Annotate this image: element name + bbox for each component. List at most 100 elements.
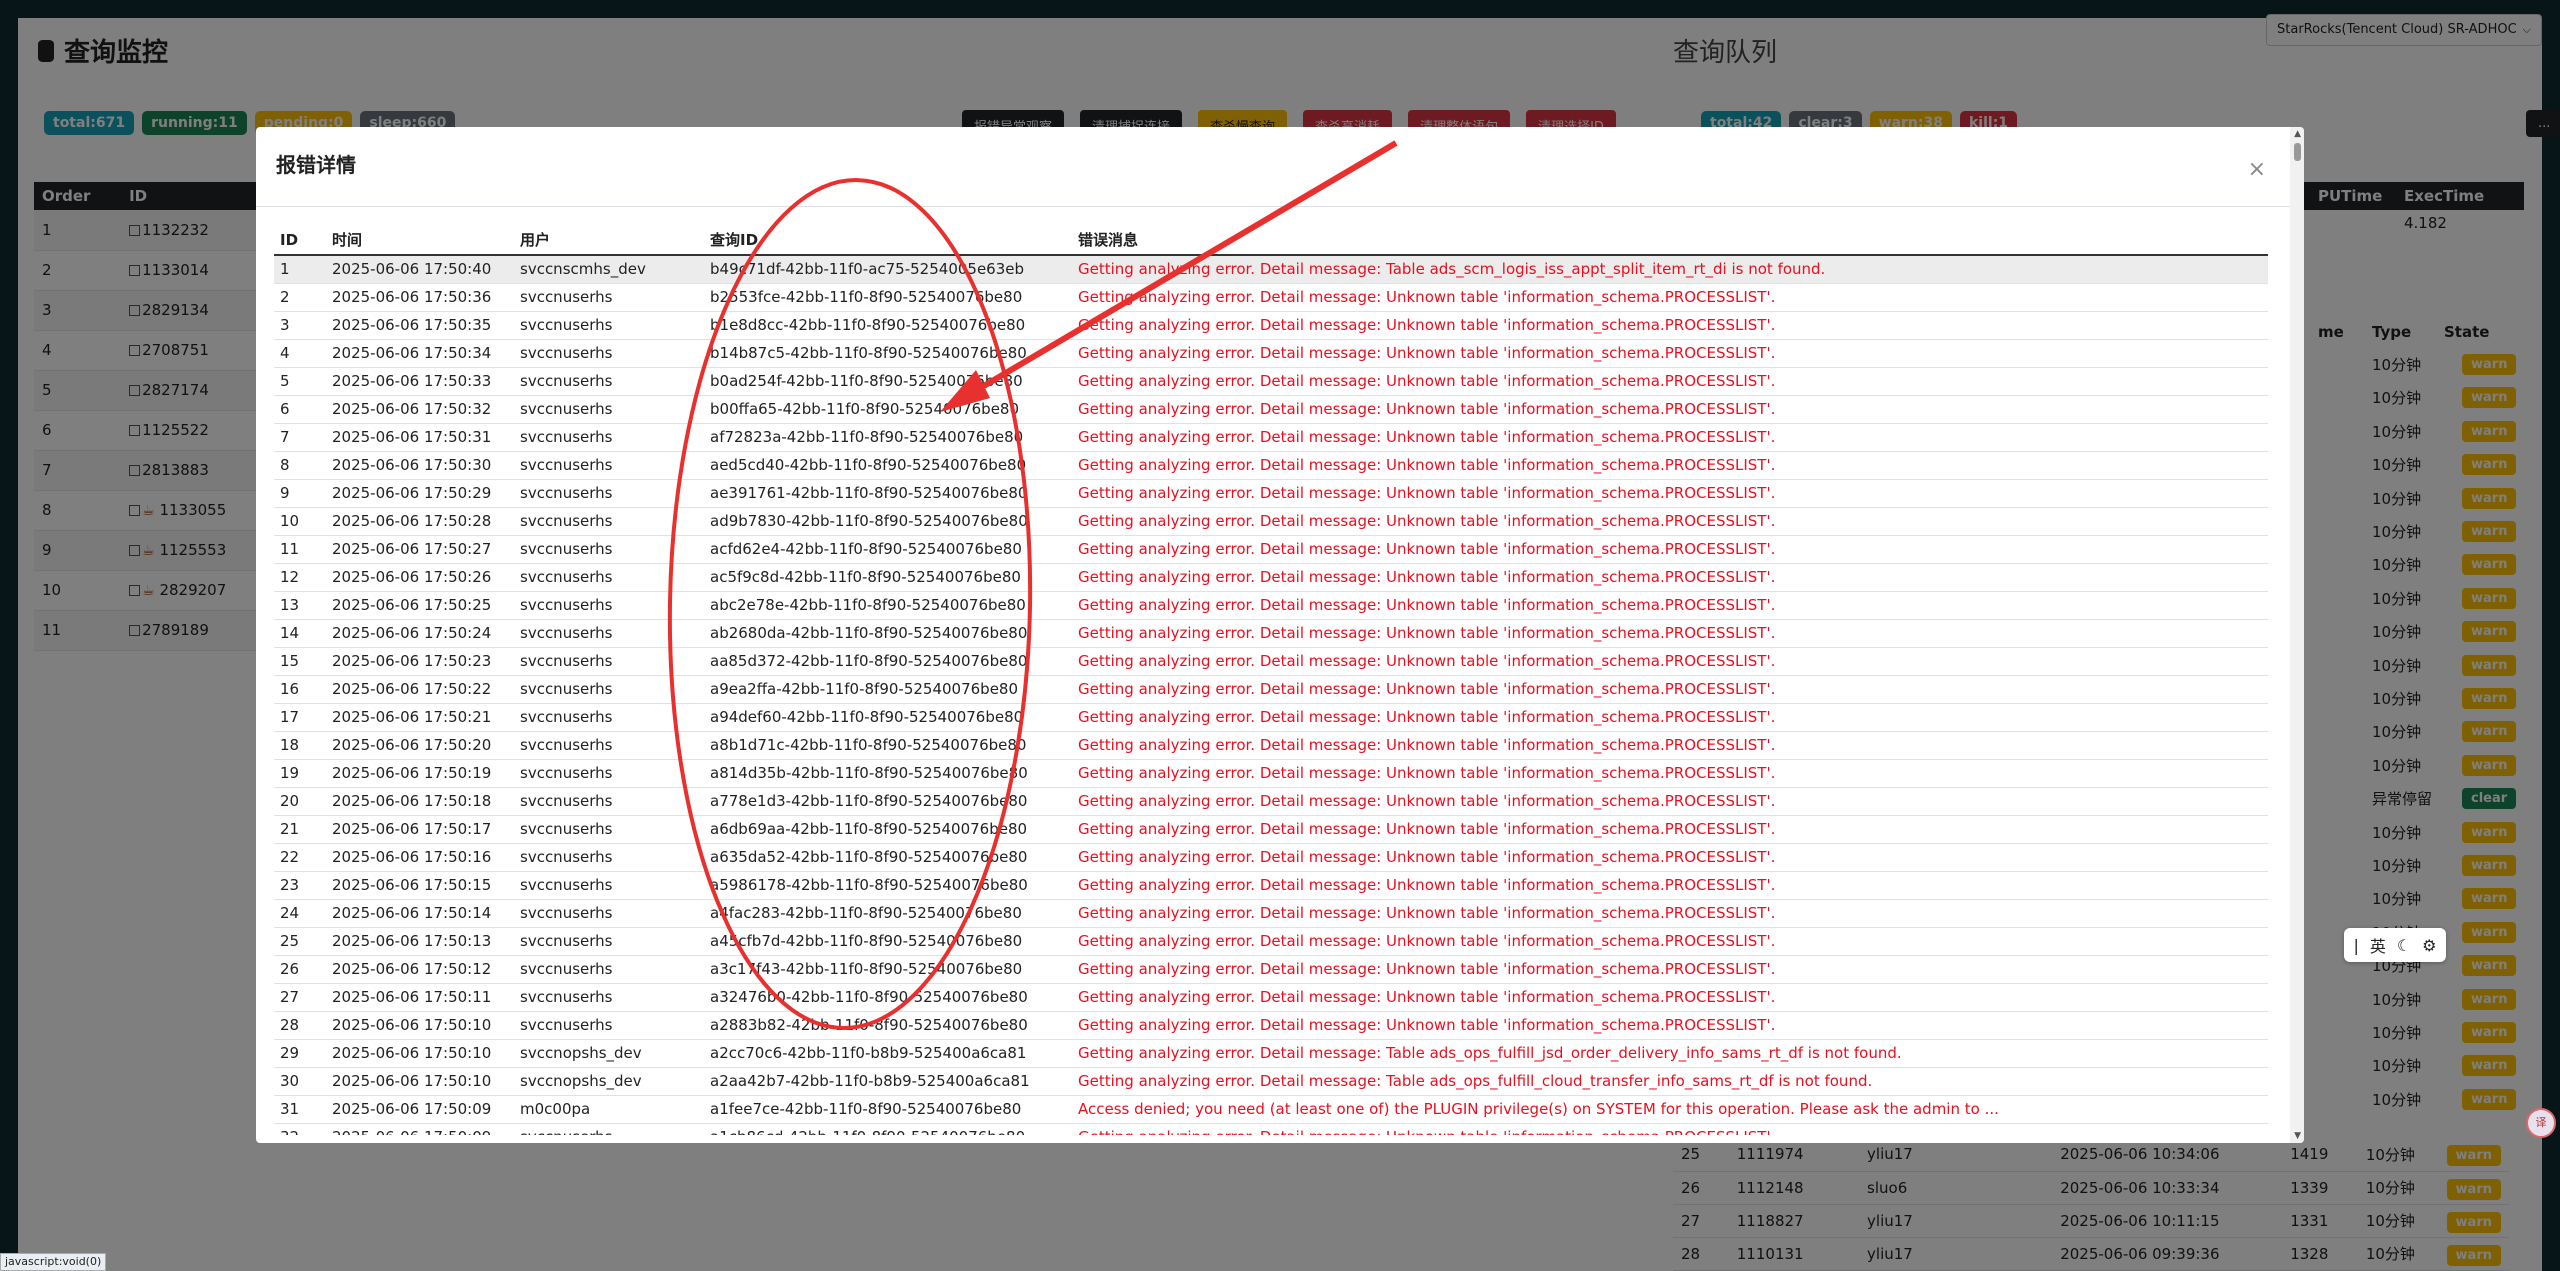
error-row[interactable]: 23 2025-06-06 17:50:15 svccnuserhs a5986178… <box>274 871 2268 900</box>
error-row[interactable]: 15 2025-06-06 17:50:23 svccnuserhs aa85d372… <box>274 647 2268 676</box>
moon-icon[interactable]: ☾ <box>2397 936 2411 955</box>
time-cell: 2025-06-06 17:50:34 <box>326 339 514 368</box>
error-row[interactable]: 28 2025-06-06 17:50:10 svccnuserhs a2883b82… <box>274 1011 2268 1040</box>
query-id-cell: ae391761-42bb-11f0-8f90-52540076be80 <box>704 479 1072 508</box>
user-cell: svccnuserhs <box>514 507 704 536</box>
message-cell: Getting analyzing error. Detail message:… <box>1072 955 2268 984</box>
error-row[interactable]: 21 2025-06-06 17:50:17 svccnuserhs a6db69aa… <box>274 815 2268 844</box>
user-cell: svccnuserhs <box>514 731 704 760</box>
error-row[interactable]: 9 2025-06-06 17:50:29 svccnuserhs ae391761-… <box>274 479 2268 508</box>
message-cell: Getting analyzing error. Detail message:… <box>1072 591 2268 620</box>
query-id-cell: a2cc70c6-42bb-11f0-b8b9-525400a6ca81 <box>704 1039 1072 1068</box>
error-row[interactable]: 26 2025-06-06 17:50:12 svccnuserhs a3c17f43… <box>274 955 2268 984</box>
error-row[interactable]: 17 2025-06-06 17:50:21 svccnuserhs a94def60… <box>274 703 2268 732</box>
user-cell: svccnopshs_dev <box>514 1067 704 1096</box>
error-row[interactable]: 322025-06-06 17:50:09svccnuserhsa1cb86cd… <box>274 1123 2268 1135</box>
user-cell: svccnuserhs <box>514 451 704 480</box>
user-cell: svccnuserhs <box>514 395 704 424</box>
time-cell: 2025-06-06 17:50:19 <box>326 759 514 788</box>
error-row[interactable]: 29 2025-06-06 17:50:10 svccnopshs_dev a2cc7… <box>274 1039 2268 1068</box>
user-cell: svccnuserhs <box>514 815 704 844</box>
time-cell: 2025-06-06 17:50:29 <box>326 479 514 508</box>
error-row[interactable]: 31 2025-06-06 17:50:09 m0c00pa a1fee7ce-42b… <box>274 1095 2268 1124</box>
scroll-down-icon[interactable]: ▼ <box>2294 1131 2301 1141</box>
error-row[interactable]: 19 2025-06-06 17:50:19 svccnuserhs a814d35b… <box>274 759 2268 788</box>
time-cell: 2025-06-06 17:50:27 <box>326 535 514 564</box>
message-cell: Getting analyzing error. Detail message:… <box>1072 787 2268 816</box>
user-cell: svccnuserhs <box>514 675 704 704</box>
ime-lang-toggle[interactable]: 英 <box>2370 933 2386 957</box>
id-cell: 23 <box>274 871 326 900</box>
time-cell: 2025-06-06 17:50:15 <box>326 871 514 900</box>
error-row[interactable]: 5 2025-06-06 17:50:33 svccnuserhs b0ad254f-… <box>274 367 2268 396</box>
message-cell: Getting analyzing error. Detail message:… <box>1072 479 2268 508</box>
translate-avatar[interactable]: 译 <box>2526 1108 2556 1138</box>
scroll-thumb[interactable] <box>2294 143 2301 161</box>
error-row[interactable]: 2 2025-06-06 17:50:36 svccnuserhs b2553fce-… <box>274 283 2268 312</box>
message-cell: Getting analyzing error. Detail message:… <box>1072 367 2268 396</box>
error-row[interactable]: 16 2025-06-06 17:50:22 svccnuserhs a9ea2ffa… <box>274 675 2268 704</box>
message-cell: Getting analyzing error. Detail message:… <box>1072 1123 2268 1135</box>
message-cell: Getting analyzing error. Detail message:… <box>1072 731 2268 760</box>
id-cell: 30 <box>274 1067 326 1096</box>
error-table-wrap: ID 时间 用户 查询ID 错误消息 1 2025-06-06 17:50:40 s… <box>274 225 2268 1135</box>
error-row[interactable]: 6 2025-06-06 17:50:32 svccnuserhs b00ffa65-… <box>274 395 2268 424</box>
col-query-id-header: 查询ID <box>704 225 1072 256</box>
error-row[interactable]: 25 2025-06-06 17:50:13 svccnuserhs a45cfb7d… <box>274 927 2268 956</box>
error-row[interactable]: 24 2025-06-06 17:50:14 svccnuserhs a4fac283… <box>274 899 2268 928</box>
error-table: ID 时间 用户 查询ID 错误消息 1 2025-06-06 17:50:40 s… <box>274 225 2268 1135</box>
id-cell: 3 <box>274 311 326 340</box>
error-row[interactable]: 18 2025-06-06 17:50:20 svccnuserhs a8b1d71c… <box>274 731 2268 760</box>
error-row[interactable]: 8 2025-06-06 17:50:30 svccnuserhs aed5cd40-… <box>274 451 2268 480</box>
user-cell: m0c00pa <box>514 1095 704 1124</box>
message-cell: Getting analyzing error. Detail message:… <box>1072 339 2268 368</box>
modal-scrollbar[interactable]: ▲ ▼ <box>2290 127 2304 1143</box>
message-cell: Getting analyzing error. Detail message:… <box>1072 899 2268 928</box>
message-cell: Getting analyzing error. Detail message:… <box>1072 311 2268 340</box>
error-row[interactable]: 22 2025-06-06 17:50:16 svccnuserhs a635da52… <box>274 843 2268 872</box>
message-cell: Getting analyzing error. Detail message:… <box>1072 451 2268 480</box>
error-row[interactable]: 4 2025-06-06 17:50:34 svccnuserhs b14b87c5-… <box>274 339 2268 368</box>
error-row[interactable]: 13 2025-06-06 17:50:25 svccnuserhs abc2e78e… <box>274 591 2268 620</box>
status-bar: javascript:void(0) <box>0 1253 107 1271</box>
id-cell: 22 <box>274 843 326 872</box>
error-row[interactable]: 7 2025-06-06 17:50:31 svccnuserhs af72823a-… <box>274 423 2268 452</box>
error-row[interactable]: 14 2025-06-06 17:50:24 svccnuserhs ab2680da… <box>274 619 2268 648</box>
message-cell: Getting analyzing error. Detail message:… <box>1072 843 2268 872</box>
time-cell: 2025-06-06 17:50:32 <box>326 395 514 424</box>
query-id-cell: a1fee7ce-42bb-11f0-8f90-52540076be80 <box>704 1095 1072 1124</box>
query-id-cell: a814d35b-42bb-11f0-8f90-52540076be80 <box>704 759 1072 788</box>
user-cell: svccnuserhs <box>514 423 704 452</box>
query-id-cell: a8b1d71c-42bb-11f0-8f90-52540076be80 <box>704 731 1072 760</box>
error-row[interactable]: 20 2025-06-06 17:50:18 svccnuserhs a778e1d3… <box>274 787 2268 816</box>
query-id-cell: aa85d372-42bb-11f0-8f90-52540076be80 <box>704 647 1072 676</box>
time-cell: 2025-06-06 17:50:10 <box>326 1011 514 1040</box>
query-id-cell: a635da52-42bb-11f0-8f90-52540076be80 <box>704 843 1072 872</box>
scroll-up-icon[interactable]: ▲ <box>2294 129 2301 139</box>
query-id-cell: ab2680da-42bb-11f0-8f90-52540076be80 <box>704 619 1072 648</box>
gear-icon[interactable]: ⚙ <box>2422 936 2436 955</box>
id-cell: 1 <box>274 255 326 284</box>
query-id-cell: a6db69aa-42bb-11f0-8f90-52540076be80 <box>704 815 1072 844</box>
time-cell: 2025-06-06 17:50:28 <box>326 507 514 536</box>
ime-toolbar[interactable]: | 英 ☾ ⚙ <box>2344 928 2446 962</box>
error-row[interactable]: 11 2025-06-06 17:50:27 svccnuserhs acfd62e4… <box>274 535 2268 564</box>
message-cell: Getting analyzing error. Detail message:… <box>1072 815 2268 844</box>
id-cell: 27 <box>274 983 326 1012</box>
error-row[interactable]: 3 2025-06-06 17:50:35 svccnuserhs b1e8d8cc-… <box>274 311 2268 340</box>
error-row[interactable]: 27 2025-06-06 17:50:11 svccnuserhs a32476b0… <box>274 983 2268 1012</box>
error-row[interactable]: 1 2025-06-06 17:50:40 svccnscmhs_dev b49c71… <box>274 255 2268 284</box>
close-icon[interactable]: × <box>2248 157 2266 182</box>
error-row[interactable]: 12 2025-06-06 17:50:26 svccnuserhs ac5f9c8d… <box>274 563 2268 592</box>
error-row[interactable]: 30 2025-06-06 17:50:10 svccnopshs_dev a2aa4… <box>274 1067 2268 1096</box>
id-cell: 21 <box>274 815 326 844</box>
message-cell: Getting analyzing error. Detail message:… <box>1072 563 2268 592</box>
time-cell: 2025-06-06 17:50:30 <box>326 451 514 480</box>
time-cell: 2025-06-06 17:50:33 <box>326 367 514 396</box>
time-cell: 2025-06-06 17:50:22 <box>326 675 514 704</box>
error-row[interactable]: 10 2025-06-06 17:50:28 svccnuserhs ad9b7830… <box>274 507 2268 536</box>
user-cell: svccnuserhs <box>514 563 704 592</box>
query-id-cell: b14b87c5-42bb-11f0-8f90-52540076be80 <box>704 339 1072 368</box>
error-detail-modal: 报错详情 × ID 时间 用户 查询ID 错误消息 1 2025-06-06 17… <box>256 127 2304 1143</box>
message-cell: Getting analyzing error. Detail message:… <box>1072 1039 2268 1068</box>
